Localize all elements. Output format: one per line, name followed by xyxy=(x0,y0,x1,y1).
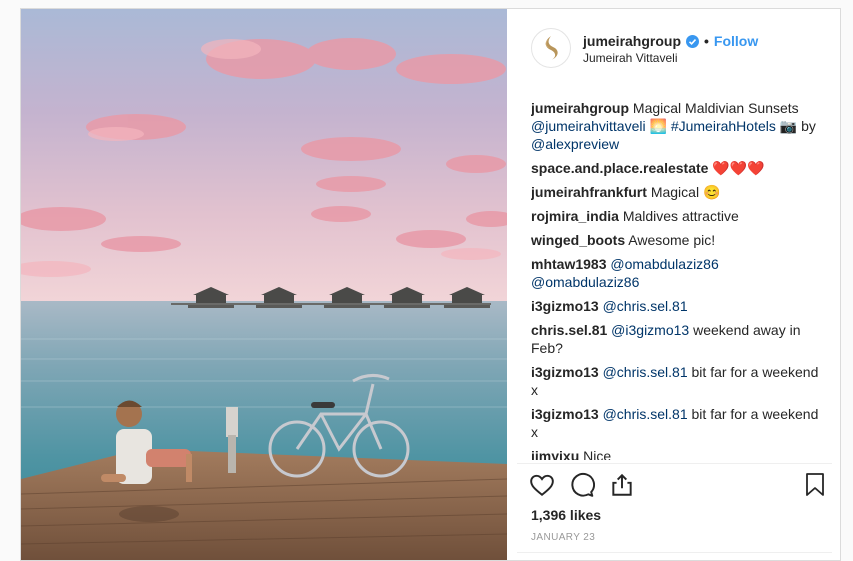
header-user-row: jumeirahgroup • Follow xyxy=(583,33,758,49)
maldives-sunset-image xyxy=(21,9,507,560)
location-link[interactable]: Jumeirah Vittaveli xyxy=(583,51,678,65)
comment-item: i3gizmo13 @chris.sel.81 bit far for a we… xyxy=(531,363,821,399)
caption-text: Magical Maldivian Sunsets xyxy=(632,100,799,116)
comment-item: mhtaw1983 @omabdulaziz86 @omabdulaziz86 xyxy=(531,255,821,291)
comment-item: rojmira_india Maldives attractive xyxy=(531,207,821,225)
bookmark-icon[interactable] xyxy=(803,472,827,503)
comments-list[interactable]: jumeirahgroup Magical Maldivian Sunsets … xyxy=(531,99,821,460)
comment-username[interactable]: i3gizmo13 xyxy=(531,406,599,422)
post-side-panel: jumeirahgroup • Follow Jumeirah Vittavel… xyxy=(507,9,840,560)
comment-item: jumeirahfrankfurt Magical 😊 xyxy=(531,183,821,201)
comment-mention[interactable]: @chris.sel.81 xyxy=(603,364,688,380)
comment-item: space.and.place.realestate ❤️❤️❤️ xyxy=(531,159,821,177)
comment-username[interactable]: rojmira_india xyxy=(531,208,619,224)
comment-item: i3gizmo13 @chris.sel.81 xyxy=(531,297,821,315)
post-header: jumeirahgroup • Follow Jumeirah Vittavel… xyxy=(507,9,840,89)
comment-username[interactable]: winged_boots xyxy=(531,232,625,248)
heart-icon[interactable] xyxy=(529,472,555,503)
comment-username[interactable]: mhtaw1983 xyxy=(531,256,606,272)
avatar[interactable] xyxy=(531,28,571,68)
comment-username[interactable]: chris.sel.81 xyxy=(531,322,607,338)
action-bar xyxy=(529,472,827,500)
post-date: JANUARY 23 xyxy=(531,532,596,543)
divider xyxy=(517,552,832,553)
verified-badge-icon xyxy=(686,34,700,48)
comment-username[interactable]: i3gizmo13 xyxy=(531,298,599,314)
post-photo[interactable] xyxy=(21,9,507,560)
comment-item: i3gizmo13 @chris.sel.81 bit far for a we… xyxy=(531,405,821,441)
instagram-post: jumeirahgroup • Follow Jumeirah Vittavel… xyxy=(20,8,841,561)
comment-username[interactable]: jimyixu xyxy=(531,448,579,460)
comment-item: jimyixu Nice xyxy=(531,447,821,460)
likes-count[interactable]: 1,396 likes xyxy=(531,507,601,523)
comment-username[interactable]: space.and.place.realestate xyxy=(531,160,708,176)
comment-text: Magical 😊 xyxy=(650,184,721,200)
comment-mention[interactable]: @chris.sel.81 xyxy=(603,298,688,314)
caption-hashtag[interactable]: #JumeirahHotels xyxy=(671,118,776,134)
jumeirah-logo-icon xyxy=(545,36,558,60)
comment-item: chris.sel.81 @i3gizmo13 weekend away in … xyxy=(531,321,821,357)
caption-credit[interactable]: @alexpreview xyxy=(531,136,619,152)
share-icon[interactable] xyxy=(609,472,635,503)
comment-mention[interactable]: @i3gizmo13 xyxy=(611,322,689,338)
comment-text: Maldives attractive xyxy=(622,208,739,224)
comment-mention[interactable]: @chris.sel.81 xyxy=(603,406,688,422)
comment-username[interactable]: jumeirahfrankfurt xyxy=(531,184,647,200)
caption-username[interactable]: jumeirahgroup xyxy=(531,100,629,116)
divider xyxy=(517,463,832,464)
header-username[interactable]: jumeirahgroup xyxy=(583,33,681,49)
caption-emoji: 🌅 xyxy=(649,118,667,134)
comment-text: ❤️❤️❤️ xyxy=(712,160,765,176)
separator-dot: • xyxy=(704,33,709,49)
follow-button[interactable]: Follow xyxy=(714,33,758,49)
caption-mention[interactable]: @jumeirahvittaveli xyxy=(531,118,646,134)
caption-by: by xyxy=(801,118,816,134)
comment-item: winged_boots Awesome pic! xyxy=(531,231,821,249)
comment-username[interactable]: i3gizmo13 xyxy=(531,364,599,380)
comment-text: Nice xyxy=(583,448,612,460)
comment-text: Awesome pic! xyxy=(628,232,716,248)
caption: jumeirahgroup Magical Maldivian Sunsets … xyxy=(531,99,821,153)
caption-camera-emoji: 📷 xyxy=(779,118,798,134)
comment-icon[interactable] xyxy=(569,472,595,503)
